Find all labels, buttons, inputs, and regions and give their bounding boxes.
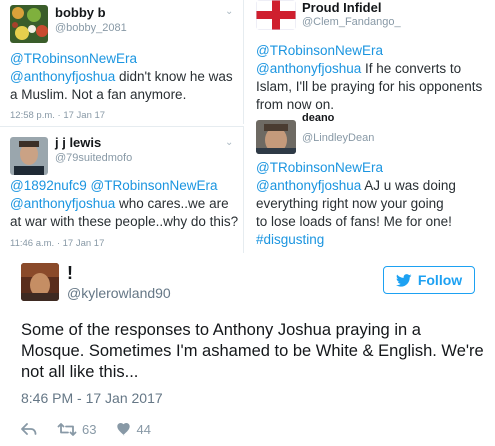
mention-link[interactable]: @anthonyfjoshua [256,178,361,193]
avatar-image [256,0,296,30]
follow-label: Follow [417,272,463,288]
tweet-text-fragment: didn't know he was [115,69,233,84]
tweet-text: @TRobinsonNewEra @anthonyfjoshua didn't … [10,50,243,104]
avatar[interactable] [256,120,296,154]
like-button[interactable]: 44 [116,421,151,437]
user-handle[interactable]: @Clem_Fandango_ [302,16,401,28]
hashtag-link[interactable]: #disgusting [256,232,324,247]
tweet-text-fragment: from now on. [256,97,335,112]
display-name[interactable]: ! [67,263,73,284]
tweet-text: @TRobinsonNewEra @anthonyfjoshua If he c… [256,42,495,114]
mention-link[interactable]: @anthonyfjoshua [10,196,115,211]
twitter-bird-icon [395,273,412,287]
tweet-text-fragment: everything right now your going [256,196,444,211]
tweet-text-fragment: who cares..we are [115,196,229,211]
like-count: 44 [136,421,151,437]
reply-tweet-jj-lewis: j j lewis @79suitedmofo ⌄ @1892nufc9 @TR… [0,126,244,253]
mention-link[interactable]: @anthonyfjoshua [256,61,361,76]
mention-link[interactable]: @TRobinsonNewEra [91,178,218,193]
tweet-actions: 63 44 [21,420,171,438]
display-name[interactable]: deano [302,112,334,124]
mention-link[interactable]: @TRobinsonNewEra [10,51,137,66]
display-name[interactable]: bobby b [55,5,106,20]
tweet-text-fragment: If he converts to [361,61,462,76]
screenshot-canvas: bobby b @bobby_2081 ⌄ @TRobinsonNewEra @… [0,0,495,446]
chevron-down-icon[interactable]: ⌄ [225,137,233,148]
tweet-meta[interactable]: 11:46 a.m. · 17 Jan 17 [10,238,104,249]
tweet-text: @TRobinsonNewEra @anthonyfjoshua AJ u wa… [256,159,495,249]
mention-link[interactable]: @anthonyfjoshua [10,69,115,84]
tweet-text-fragment: AJ u was doing [361,178,456,193]
tweet-text-fragment: Islam, I'll be praying for his opponents [256,79,483,94]
avatar-image [10,137,48,175]
avatar[interactable] [256,0,296,30]
avatar[interactable] [21,263,59,301]
reply-tweet-proud-infidel: Proud Infidel @Clem_Fandango_ @TRobinson… [246,0,495,121]
main-tweet: ! @kylerowland90 Follow Some of the resp… [0,253,495,446]
tweet-timestamp[interactable]: 8:46 PM - 17 Jan 2017 [21,390,163,406]
reply-icon [21,422,37,435]
avatar[interactable] [10,5,48,43]
tweet-meta[interactable]: 12:58 p.m. · 17 Jan 17 [10,110,105,121]
reply-tweet-deano: deano @LindleyDean @TRobinsonNewEra @ant… [246,112,495,253]
reply-tweet-bobby: bobby b @bobby_2081 ⌄ @TRobinsonNewEra @… [0,0,244,124]
avatar-image [256,120,296,154]
follow-button[interactable]: Follow [383,266,475,294]
avatar[interactable] [10,137,48,175]
chevron-down-icon[interactable]: ⌄ [225,6,233,17]
retweet-count: 63 [82,421,97,437]
retweet-button[interactable]: 63 [57,422,96,437]
tweet-text-fragment: to lose loads of fans! Me for one! [256,214,452,229]
tweet-text: Some of the responses to Anthony Joshua … [21,321,484,381]
avatar-image [10,5,48,43]
tweet-text-fragment: at war with these people..why do this? [10,214,239,229]
retweet-icon [57,422,77,436]
mention-link[interactable]: @TRobinsonNewEra [256,43,383,58]
tweet-text: @1892nufc9 @TRobinsonNewEra @anthonyfjos… [10,177,243,231]
user-handle[interactable]: @kylerowland90 [67,285,171,301]
reply-collage: bobby b @bobby_2081 ⌄ @TRobinsonNewEra @… [0,0,495,253]
user-handle[interactable]: @LindleyDean [302,132,374,144]
mention-link[interactable]: @1892nufc9 [10,178,87,193]
display-name[interactable]: j j lewis [55,135,101,150]
reply-button[interactable] [21,422,37,436]
heart-icon [117,422,131,436]
avatar-image [21,263,59,301]
user-handle[interactable]: @79suitedmofo [55,152,132,164]
user-handle[interactable]: @bobby_2081 [55,22,127,34]
mention-link[interactable]: @TRobinsonNewEra [256,160,383,175]
display-name[interactable]: Proud Infidel [302,0,381,15]
tweet-text-fragment: a Muslim. Not a fan anymore. [10,87,187,102]
